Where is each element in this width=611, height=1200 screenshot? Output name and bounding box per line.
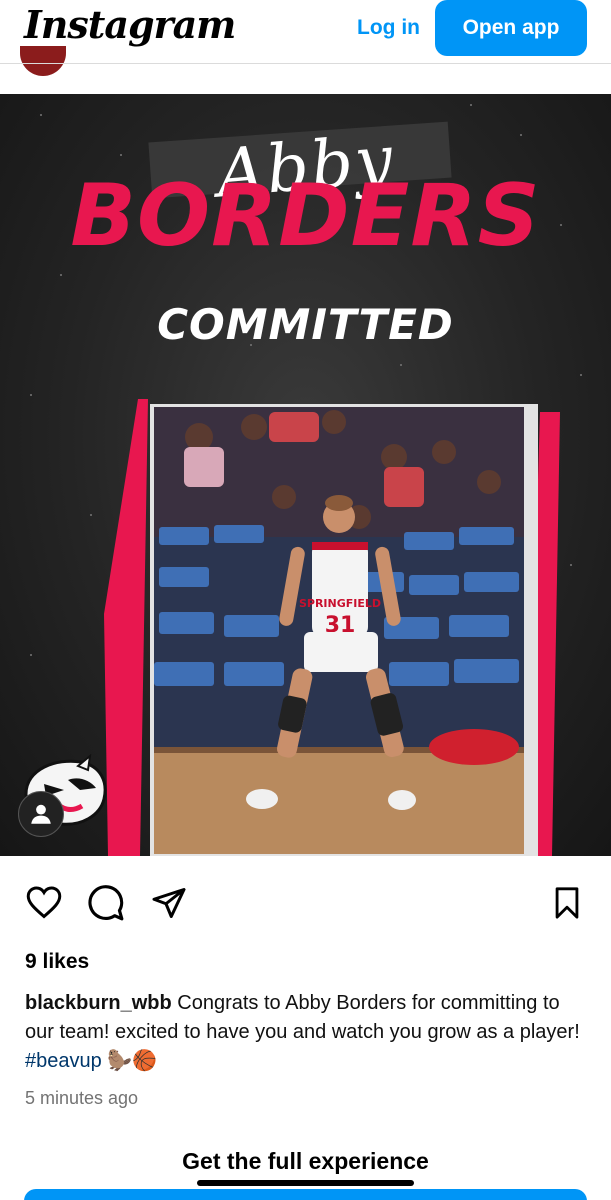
caption-username[interactable]: blackburn_wbb [25, 992, 172, 1014]
open-app-button[interactable]: Open app [435, 0, 587, 56]
divider [0, 63, 611, 64]
post-caption: blackburn_wbb Congrats to Abby Borders f… [25, 989, 590, 1076]
committed-label: COMMITTED [157, 300, 454, 349]
top-bar: Instagram Log in Open app [0, 0, 611, 62]
cta-button[interactable] [24, 1189, 587, 1200]
jersey-text: SPRINGFIELD [299, 597, 381, 610]
share-icon [152, 888, 186, 918]
like-button[interactable] [25, 884, 63, 922]
caption-emoji: 🦫🏀 [107, 1050, 158, 1072]
bookmark-button[interactable] [548, 884, 586, 922]
instagram-logo[interactable]: Instagram [24, 2, 236, 47]
player-photo: SPRINGFIELD 31 [154, 407, 524, 854]
home-indicator [197, 1180, 414, 1186]
heart-icon [26, 886, 62, 919]
caption-hashtag[interactable]: #beavup [25, 1050, 102, 1072]
likes-count[interactable]: 9 likes [25, 950, 89, 974]
bookmark-icon [555, 887, 579, 919]
cta-title: Get the full experience [182, 1148, 429, 1174]
post-image[interactable]: Abby BORDERS COMMITTED SPRINGFIELD 31 [0, 94, 611, 856]
share-button[interactable] [150, 884, 188, 922]
comment-button[interactable] [87, 884, 125, 922]
post-timestamp: 5 minutes ago [25, 1088, 139, 1108]
user-tag-icon[interactable] [18, 791, 64, 837]
avatar[interactable] [20, 46, 66, 76]
comment-icon [88, 885, 124, 921]
login-link[interactable]: Log in [357, 16, 420, 40]
player-last-name: BORDERS [70, 166, 541, 266]
